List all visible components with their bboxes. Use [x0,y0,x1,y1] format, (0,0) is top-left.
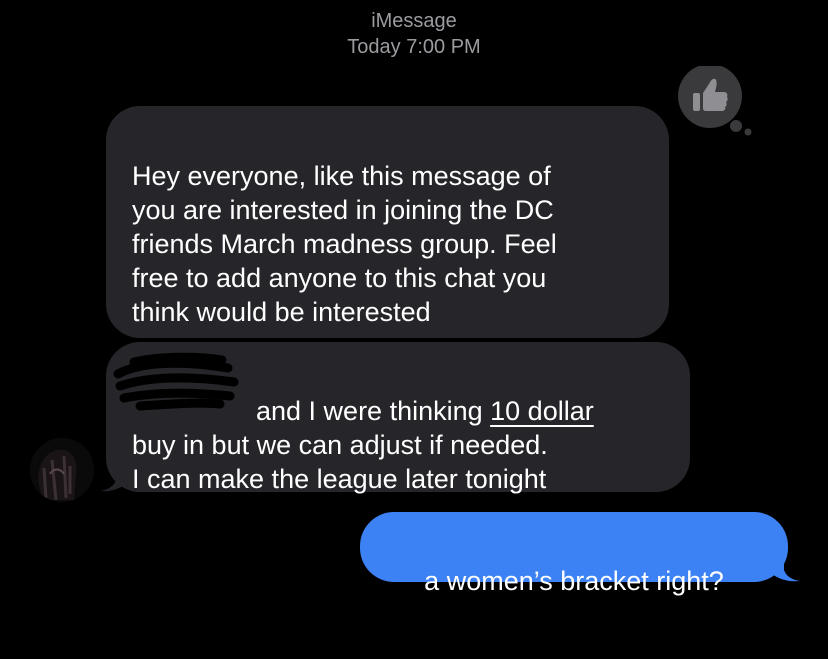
outgoing-bubble-tail [772,556,800,582]
sender-name-clipped: ▔▔ ▔▔▔▔ [130,84,218,86]
service-label: iMessage [371,10,457,32]
tapback-reaction-bubble [678,64,752,136]
incoming-message-bubble[interactable]: Hey everyone, like this message of you a… [106,106,669,338]
message-text: Hey everyone, like this message of you a… [132,161,557,327]
conversation-header: iMessage Today 7:00 PM [0,8,828,60]
timestamp-label: Today 7:00 PM [347,36,481,58]
outgoing-message-bubble[interactable]: a women’s bracket right? [360,512,788,596]
money-link[interactable]: 10 dollar [490,396,594,426]
thumbs-up-icon[interactable] [676,64,766,146]
message-text-part: and I were thinking [256,396,491,426]
message-text-part: buy in but we can adjust if needed. I ca… [132,430,548,494]
incoming-bubble-tail [100,466,126,492]
message-text: a women’s bracket right? [424,566,724,596]
message-text-prefix [132,396,256,426]
avatar[interactable] [30,438,94,502]
avatar-image [30,438,94,502]
incoming-message-bubble-2[interactable]: and I were thinking 10 dollar buy in but… [106,342,690,494]
